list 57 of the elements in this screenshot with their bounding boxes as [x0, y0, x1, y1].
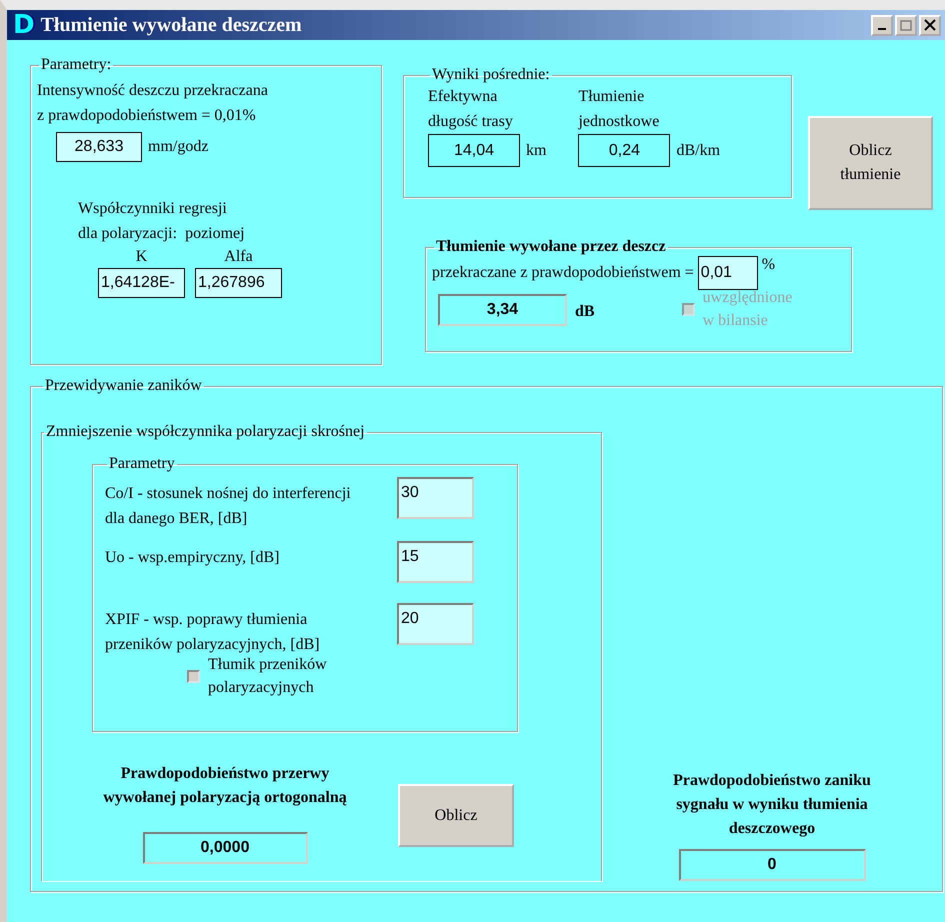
- percent-label: %: [762, 256, 776, 274]
- rain-outage-field[interactable]: 0: [678, 849, 866, 881]
- coefficient-label: Alfa: [224, 247, 253, 267]
- app-logo: D: [13, 12, 35, 38]
- parameter-label: XPIF - wsp. poprawy tłumienia przeników polaryzacyjnych, [dB]: [105, 610, 321, 655]
- checkbox[interactable]: [187, 670, 200, 682]
- calculate-button[interactable]: Oblicz: [398, 784, 514, 847]
- parameter-field[interactable]: 30: [397, 477, 474, 519]
- coefficient-field[interactable]: 1,64128E-: [98, 268, 185, 298]
- minimize-button[interactable]: [871, 14, 893, 36]
- outage-field[interactable]: 0,0000: [142, 832, 308, 864]
- checkbox-label: polaryzacyjnych: [208, 678, 314, 698]
- result-label: jednostkowe: [578, 112, 660, 132]
- maximize-button[interactable]: [895, 14, 917, 36]
- checkbox-label: uwzględnione: [702, 288, 792, 308]
- maximize-icon: [900, 20, 912, 30]
- group-title: Przewidywanie zaników: [44, 377, 203, 395]
- regression-label: Współczynniki regresji: [78, 199, 228, 219]
- group-title: Parametry: [108, 455, 176, 473]
- parameter-field[interactable]: 15: [397, 541, 474, 583]
- window-title: Tłumienie wywołane deszczem: [40, 14, 303, 36]
- result-field[interactable]: 0,24: [578, 134, 670, 167]
- coefficient-field[interactable]: 1,267896: [195, 268, 282, 298]
- group-title: Zmniejszenie współczynnika polaryzacji skrośnej: [45, 423, 366, 441]
- result-label: długość trasy: [428, 112, 513, 132]
- checkbox-label: w bilansie: [702, 311, 768, 331]
- minimize-icon: [878, 28, 886, 30]
- rain-outage-label: sygnału w wyniku tłumienia: [675, 795, 869, 815]
- parameter-label: Uo - wsp.empiryczny, [dB]: [105, 548, 280, 568]
- rain-outage-label: deszczowego: [728, 819, 816, 839]
- intensity-label: z prawdopodobieństwem = 0,01%: [37, 106, 257, 126]
- regression-label: dla polaryzacji: poziomej: [78, 224, 246, 244]
- coefficient-label: K: [136, 247, 148, 267]
- outage-label: wywołanej polaryzacją ortogonalną: [103, 788, 347, 808]
- unit-label: dB/km: [676, 142, 720, 160]
- attenuation-field[interactable]: 3,34: [438, 294, 567, 326]
- group-title: Tłumienie wywołane przez deszcz: [435, 238, 667, 256]
- intensity-label: Intensywność deszczu przekraczana: [37, 81, 269, 101]
- close-button[interactable]: [919, 14, 941, 36]
- outage-label: Prawdopodobieństwo przerwy: [120, 764, 330, 784]
- result-label: Efektywna: [428, 87, 498, 107]
- unit-label: km: [526, 142, 546, 160]
- unit-label: dB: [575, 303, 595, 321]
- parameter-label: Co/I - stosunek nośnej do interferencji dla danego BER, [dB]: [105, 484, 352, 529]
- probability-label: przekraczane z prawdopodobieństwem =: [432, 264, 694, 282]
- rain-outage-label: Prawdopodobieństwo zaniku: [673, 771, 871, 791]
- compute-button[interactable]: Oblicz tłumienie: [808, 116, 933, 210]
- probability-field[interactable]: 0,01: [698, 256, 758, 290]
- group-title: Wyniki pośrednie:: [431, 66, 551, 84]
- close-icon: [924, 19, 936, 31]
- unit-label: mm/godz: [148, 138, 208, 156]
- result-label: Tłumienie: [578, 87, 644, 107]
- result-field[interactable]: 14,04: [428, 134, 520, 167]
- intensity-field[interactable]: 28,633: [56, 132, 142, 162]
- checkbox-label: Tłumik przeników: [208, 655, 327, 675]
- parameter-field[interactable]: 20: [397, 603, 474, 645]
- group-title: Parametry:: [40, 56, 112, 74]
